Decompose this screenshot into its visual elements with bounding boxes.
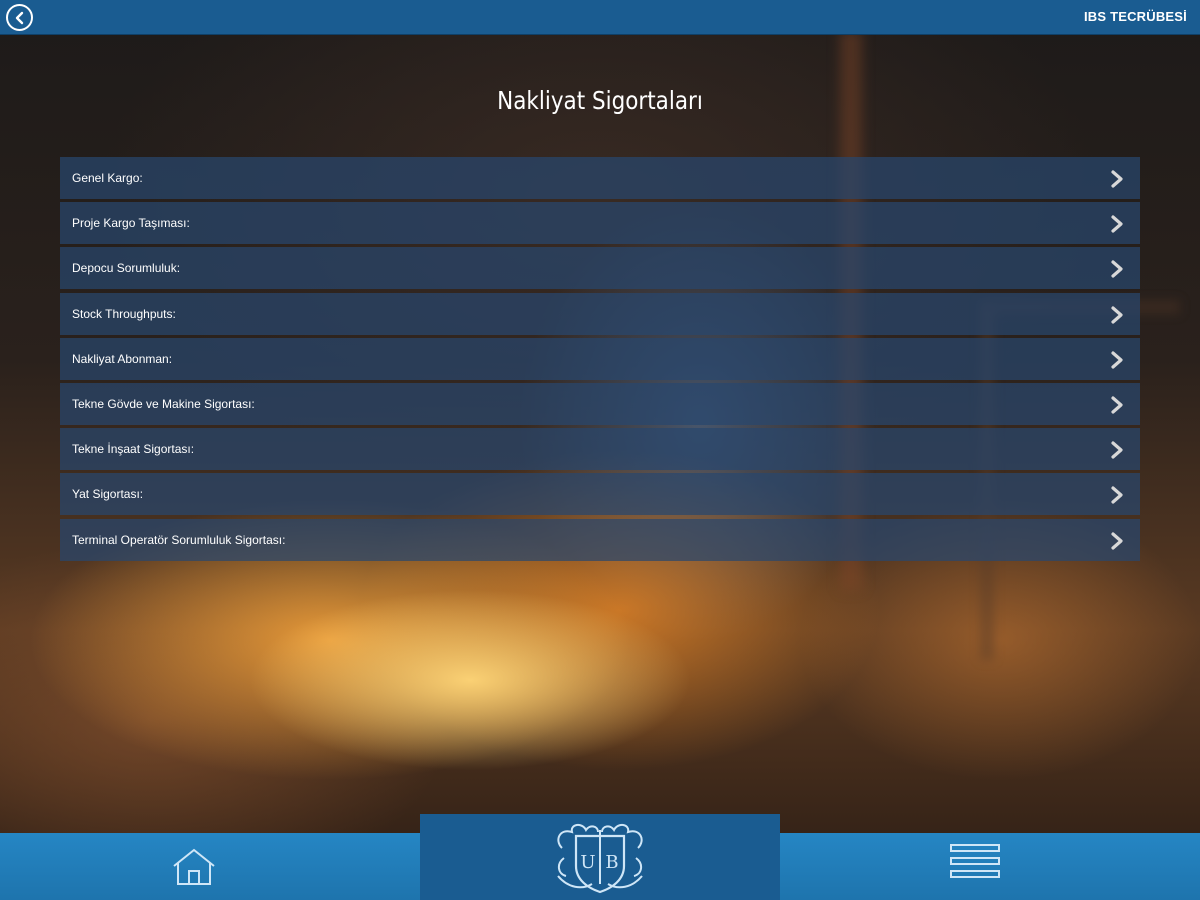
hamburger-line bbox=[950, 844, 1000, 852]
menu-item-label: Depocu Sorumluluk: bbox=[72, 261, 181, 276]
menu-item-label: Yat Sigortası: bbox=[72, 487, 144, 502]
menu-item-depocu-sorumluluk[interactable]: Depocu Sorumluluk: bbox=[60, 247, 1140, 290]
hamburger-line bbox=[950, 857, 1000, 865]
logo-letter-u: U bbox=[580, 852, 595, 873]
menu-item-label: Tekne Gövde ve Makine Sigortası: bbox=[72, 396, 255, 411]
menu-item-terminal-operator[interactable]: Terminal Operatör Sorumluluk Sigortası: bbox=[60, 518, 1140, 561]
menu-item-proje-kargo[interactable]: Proje Kargo Taşıması: bbox=[60, 202, 1140, 245]
logo-letter-b: B bbox=[605, 852, 618, 873]
back-button[interactable] bbox=[6, 4, 33, 31]
menu-item-nakliyat-abonman[interactable]: Nakliyat Abonman: bbox=[60, 337, 1140, 380]
chevron-right-icon bbox=[1111, 396, 1123, 414]
menu-item-label: Tekne İnşaat Sigortası: bbox=[72, 442, 195, 457]
page-title: Nakliyat Sigortaları bbox=[497, 86, 703, 115]
chevron-right-icon bbox=[1111, 531, 1123, 550]
menu-item-label: Terminal Operatör Sorumluluk Sigortası: bbox=[72, 532, 286, 547]
emblem-logo-icon: U B bbox=[557, 824, 643, 894]
insurance-menu-list: Genel Kargo: Proje Kargo Taşıması: Depoc… bbox=[60, 157, 1140, 564]
hamburger-line bbox=[950, 870, 1000, 878]
chevron-right-icon bbox=[1111, 260, 1123, 278]
menu-item-yat-sigortasi[interactable]: Yat Sigortası: bbox=[60, 473, 1140, 516]
menu-item-stock-throughputs[interactable]: Stock Throughputs: bbox=[60, 292, 1140, 335]
menu-item-label: Genel Kargo: bbox=[72, 171, 143, 185]
home-icon[interactable] bbox=[172, 847, 216, 887]
menu-item-tekne-govde[interactable]: Tekne Gövde ve Makine Sigortası: bbox=[60, 382, 1140, 425]
chevron-right-icon bbox=[1111, 305, 1123, 324]
menu-item-label: Nakliyat Abonman: bbox=[72, 351, 173, 366]
top-bar: IBS TECRÜBESİ bbox=[0, 0, 1200, 35]
menu-item-genel-kargo[interactable]: Genel Kargo: bbox=[60, 157, 1140, 199]
back-circle-icon bbox=[15, 11, 23, 24]
chevron-right-icon bbox=[1111, 486, 1123, 504]
chevron-right-icon bbox=[1111, 170, 1123, 188]
menu-item-tekne-insaat[interactable]: Tekne İnşaat Sigortası: bbox=[60, 428, 1140, 471]
menu-item-label: Proje Kargo Taşıması: bbox=[72, 216, 190, 231]
logo-tab[interactable]: U B bbox=[420, 814, 780, 900]
menu-item-label: Stock Throughputs: bbox=[72, 306, 176, 321]
chevron-right-icon bbox=[1111, 441, 1123, 459]
chevron-right-icon bbox=[1111, 215, 1123, 233]
hamburger-menu-icon[interactable] bbox=[950, 844, 1002, 884]
chevron-right-icon bbox=[1111, 351, 1123, 369]
app-title: IBS TECRÜBESİ bbox=[1083, 9, 1187, 24]
